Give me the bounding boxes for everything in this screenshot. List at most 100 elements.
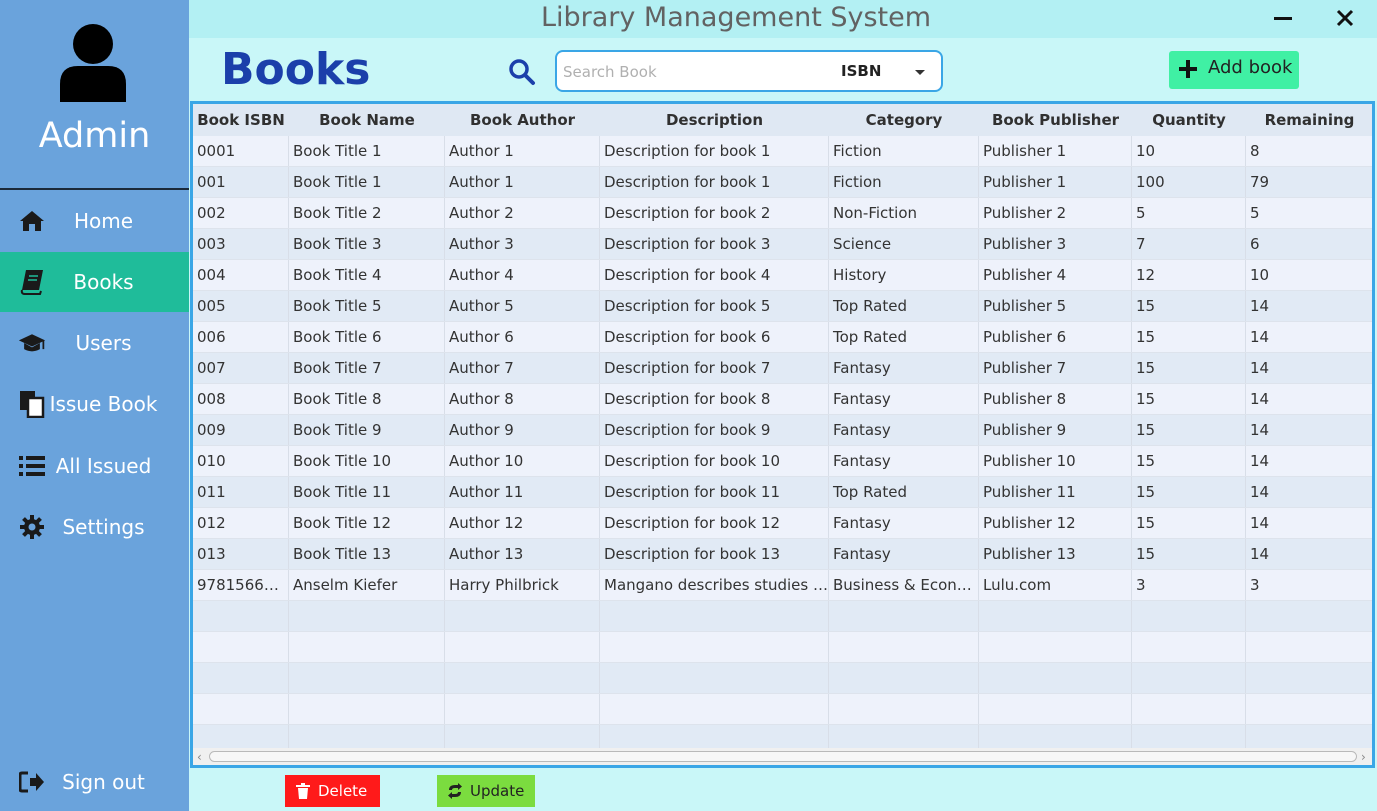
table-cell: Publisher 7 xyxy=(979,353,1132,383)
table-row[interactable]: 013 Book Title 13 Author 13 Description for… xyxy=(193,539,1372,570)
table-cell: 14 xyxy=(1246,322,1372,352)
table-cell: Publisher 4 xyxy=(979,260,1132,290)
table-cell: Science xyxy=(829,229,979,259)
sync-icon xyxy=(448,783,462,799)
user-role-label: Admin xyxy=(38,116,151,156)
table-row[interactable]: 006 Book Title 6 Author 6 Description for b… xyxy=(193,322,1372,353)
sidebar-item-books[interactable]: Books xyxy=(0,252,189,312)
table-cell: 012 xyxy=(193,508,289,538)
table-cell: Description for book 11 xyxy=(600,477,829,507)
sidebar-item-users[interactable]: Users xyxy=(0,313,189,373)
table-cell xyxy=(445,632,600,662)
sign-out-button[interactable]: Sign out xyxy=(0,752,189,811)
table-cell: Author 5 xyxy=(445,291,600,321)
search-input[interactable] xyxy=(563,60,818,84)
table-cell: 3 xyxy=(1246,570,1372,600)
add-book-button[interactable]: Add book xyxy=(1169,51,1299,89)
table-cell: Author 1 xyxy=(445,167,600,197)
column-header-description[interactable]: Description xyxy=(600,104,829,136)
books-table: Book ISBN Book Name Book Author Descript… xyxy=(190,101,1375,768)
table-cell xyxy=(829,601,979,631)
minimize-button[interactable] xyxy=(1268,6,1298,32)
column-header-publisher[interactable]: Book Publisher xyxy=(979,104,1132,136)
column-header-author[interactable]: Book Author xyxy=(445,104,600,136)
search-filter-select[interactable]: ISBN xyxy=(841,62,881,80)
table-cell: 3 xyxy=(1132,570,1246,600)
column-header-isbn[interactable]: Book ISBN xyxy=(193,104,289,136)
empty-table-row[interactable] xyxy=(193,601,1372,632)
column-header-category[interactable]: Category xyxy=(829,104,979,136)
table-row[interactable]: 007 Book Title 7 Author 7 Description for b… xyxy=(193,353,1372,384)
column-header-remaining[interactable]: Remaining xyxy=(1246,104,1372,136)
table-cell: 006 xyxy=(193,322,289,352)
delete-button[interactable]: Delete xyxy=(285,775,380,807)
update-button[interactable]: Update xyxy=(437,775,535,807)
table-cell xyxy=(1246,694,1372,724)
table-cell: 8 xyxy=(1246,136,1372,166)
table-cell xyxy=(193,694,289,724)
table-row[interactable]: 001 Book Title 1 Author 1 Description for b… xyxy=(193,167,1372,198)
add-book-label: Add book xyxy=(1208,57,1293,78)
scroll-left-icon[interactable]: ‹ xyxy=(197,750,202,764)
table-cell xyxy=(600,663,829,693)
table-cell: Description for book 10 xyxy=(600,446,829,476)
table-cell: Book Title 10 xyxy=(289,446,445,476)
sidebar-item-issue-book[interactable]: Issue Book xyxy=(0,374,189,434)
column-header-quantity[interactable]: Quantity xyxy=(1132,104,1246,136)
table-row[interactable]: 011 Book Title 11 Author 11 Description for… xyxy=(193,477,1372,508)
column-header-name[interactable]: Book Name xyxy=(289,104,445,136)
table-row[interactable]: 0001 Book Title 1 Author 1 Description for … xyxy=(193,136,1372,167)
empty-table-row[interactable] xyxy=(193,632,1372,663)
table-cell: Non-Fiction xyxy=(829,198,979,228)
table-row[interactable]: 978156619... Anselm Kiefer Harry Philbrick… xyxy=(193,570,1372,601)
table-cell: 008 xyxy=(193,384,289,414)
sidebar-item-label: All Issued xyxy=(55,454,152,478)
table-row[interactable]: 004 Book Title 4 Author 4 Description for b… xyxy=(193,260,1372,291)
table-cell xyxy=(979,632,1132,662)
empty-table-row[interactable] xyxy=(193,694,1372,725)
search-box: ISBN xyxy=(555,50,943,92)
table-cell: 12 xyxy=(1132,260,1246,290)
table-cell: Description for book 13 xyxy=(600,539,829,569)
table-row[interactable]: 012 Book Title 12 Author 12 Description for… xyxy=(193,508,1372,539)
sidebar-item-settings[interactable]: Settings xyxy=(0,497,189,557)
table-cell: 15 xyxy=(1132,539,1246,569)
table-row[interactable]: 009 Book Title 9 Author 9 Description for b… xyxy=(193,415,1372,446)
scroll-right-icon[interactable]: › xyxy=(1361,750,1366,764)
sidebar-item-home[interactable]: Home xyxy=(0,191,189,251)
table-header: Book ISBN Book Name Book Author Descript… xyxy=(193,104,1372,136)
table-cell xyxy=(1132,694,1246,724)
horizontal-scrollbar[interactable]: ‹ › xyxy=(193,748,1372,765)
table-row[interactable]: 005 Book Title 5 Author 5 Description for b… xyxy=(193,291,1372,322)
table-cell: 001 xyxy=(193,167,289,197)
chevron-down-icon[interactable] xyxy=(915,70,925,75)
table-cell: 5 xyxy=(1132,198,1246,228)
table-row[interactable]: 010 Book Title 10 Author 10 Description for… xyxy=(193,446,1372,477)
scrollbar-thumb[interactable] xyxy=(209,751,1357,762)
sidebar-item-label: Home xyxy=(73,209,134,233)
table-cell xyxy=(193,601,289,631)
table-row[interactable]: 003 Book Title 3 Author 3 Description for b… xyxy=(193,229,1372,260)
table-cell: 978156619... xyxy=(193,570,289,600)
table-cell xyxy=(289,601,445,631)
table-cell: 007 xyxy=(193,353,289,383)
table-cell: Top Rated xyxy=(829,477,979,507)
empty-table-row[interactable] xyxy=(193,663,1372,694)
table-cell: Publisher 12 xyxy=(979,508,1132,538)
close-button[interactable] xyxy=(1330,6,1360,32)
table-cell: Book Title 9 xyxy=(289,415,445,445)
table-cell: Book Title 13 xyxy=(289,539,445,569)
table-row[interactable]: 008 Book Title 8 Author 8 Description for b… xyxy=(193,384,1372,415)
search-icon[interactable] xyxy=(508,58,536,86)
table-cell: Book Title 3 xyxy=(289,229,445,259)
table-cell: 010 xyxy=(193,446,289,476)
table-row[interactable]: 002 Book Title 2 Author 2 Description for b… xyxy=(193,198,1372,229)
table-cell: Harry Philbrick xyxy=(445,570,600,600)
table-cell: Publisher 6 xyxy=(979,322,1132,352)
sidebar-item-all-issued[interactable]: All Issued xyxy=(0,436,189,496)
table-cell xyxy=(979,663,1132,693)
delete-label: Delete xyxy=(318,782,368,800)
table-cell: Author 4 xyxy=(445,260,600,290)
sidebar-item-label: Users xyxy=(75,331,132,355)
table-cell: 14 xyxy=(1246,539,1372,569)
